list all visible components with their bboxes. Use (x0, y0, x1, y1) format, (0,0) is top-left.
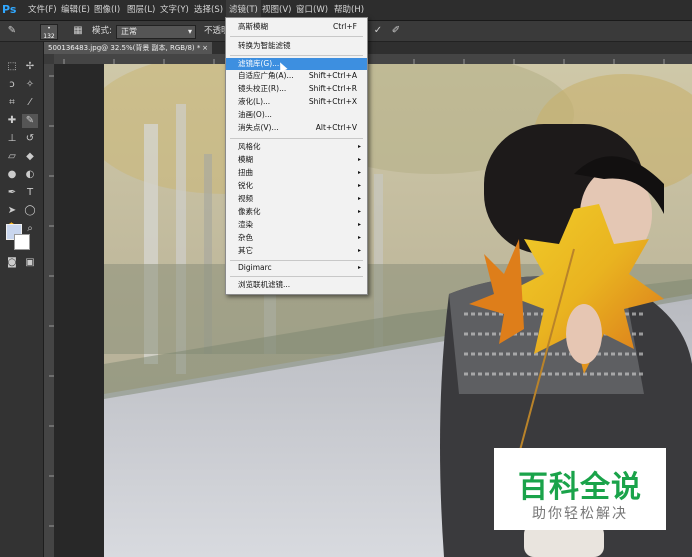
menu-item-blur[interactable]: 模糊 ▸ (226, 154, 367, 166)
menu-item-stylize[interactable]: 风格化 ▸ (226, 141, 367, 153)
menu-item-other[interactable]: 其它 ▸ (226, 245, 367, 257)
photoshop-logo-icon: Ps (2, 3, 17, 16)
type-tool-icon[interactable]: T (22, 186, 38, 200)
move-tool-icon[interactable]: ✢ (22, 60, 38, 74)
submenu-arrow-icon: ▸ (357, 182, 361, 189)
path-select-icon[interactable]: ➤ (4, 204, 20, 218)
watermark-title: 百科全说 (518, 470, 642, 505)
ruler-corner (44, 54, 54, 64)
brush-tool-icon[interactable]: ✎ (4, 24, 20, 38)
menu-item-lens-correction[interactable]: 镜头校正(R)... Shift+Ctrl+R (226, 83, 367, 95)
menu-type[interactable]: 文字(Y) (160, 0, 189, 20)
menu-item-digimarc[interactable]: Digimarc ▸ (226, 262, 367, 274)
menu-item-convert-smart-filter[interactable]: 转换为智能滤镜 (226, 40, 367, 52)
bucket-tool-icon[interactable]: ◆ (22, 150, 38, 164)
document-tab[interactable]: 500136483.jpg@ 32.5%(背景 副本, RGB/8) * × (44, 42, 212, 54)
marquee-tool-icon[interactable]: ⬚ (4, 60, 20, 74)
menu-file[interactable]: 文件(F) (28, 0, 57, 20)
menu-edit[interactable]: 编辑(E) (61, 0, 90, 20)
mode-label: 模式: (92, 26, 112, 36)
menu-item-sharpen[interactable]: 锐化 ▸ (226, 180, 367, 192)
close-icon[interactable]: × (202, 42, 208, 54)
filter-menu-dropdown: 高斯模糊 Ctrl+F 转换为智能滤镜 滤镜库(G)... 自适应广角(A)...… (225, 17, 368, 295)
background-color-swatch[interactable] (14, 234, 30, 250)
watermark-subtitle: 助你轻松解决 (532, 506, 628, 522)
stamp-tool-icon[interactable]: ⊥ (4, 132, 20, 146)
blur-tool-icon[interactable]: ● (4, 168, 20, 182)
menu-separator (230, 260, 363, 261)
brush-size-value: 132 (43, 33, 55, 40)
menu-item-adaptive-wide-angle[interactable]: 自适应广角(A)... Shift+Ctrl+A (226, 70, 367, 82)
menu-item-oil-paint[interactable]: 油画(O)... (226, 109, 367, 121)
menu-item-pixelate[interactable]: 像素化 ▸ (226, 206, 367, 218)
pressure-icon[interactable]: ✐ (388, 24, 404, 38)
shape-tool-icon[interactable]: ◯ (22, 204, 38, 218)
airbrush-icon[interactable]: ✓ (370, 24, 386, 38)
menu-item-render[interactable]: 渲染 ▸ (226, 219, 367, 231)
menu-select[interactable]: 选择(S) (194, 0, 223, 20)
submenu-arrow-icon: ▸ (357, 234, 361, 241)
menu-separator (230, 276, 363, 277)
submenu-arrow-icon: ▸ (357, 247, 361, 254)
menu-separator (230, 36, 363, 37)
vertical-ruler-ticks (49, 75, 54, 527)
horizontal-ruler-ticks (63, 59, 665, 64)
menu-item-distort[interactable]: 扭曲 ▸ (226, 167, 367, 179)
document-tab-title: 500136483.jpg@ 32.5%(背景 副本, RGB/8) * (48, 44, 201, 52)
submenu-arrow-icon: ▸ (357, 208, 361, 215)
mode-select-value: 正常 (121, 27, 137, 36)
menu-item-gaussian-blur[interactable]: 高斯模糊 Ctrl+F (226, 21, 367, 33)
menu-image[interactable]: 图像(I) (94, 0, 120, 20)
menu-separator (230, 55, 363, 56)
mode-select[interactable]: 正常 ▾ (116, 25, 196, 39)
healing-tool-icon[interactable]: ✚ (4, 114, 20, 128)
submenu-arrow-icon: ▸ (357, 264, 361, 271)
eyedropper-tool-icon[interactable]: ⁄ (22, 96, 38, 110)
chevron-down-icon: ▾ (187, 27, 192, 36)
submenu-arrow-icon: ▸ (357, 221, 361, 228)
menu-item-video[interactable]: 视频 ▸ (226, 193, 367, 205)
dodge-tool-icon[interactable]: ◐ (22, 168, 38, 182)
submenu-arrow-icon: ▸ (357, 169, 361, 176)
submenu-arrow-icon: ▸ (357, 156, 361, 163)
menu-item-liquify[interactable]: 液化(L)... Shift+Ctrl+X (226, 96, 367, 108)
screen-mode-icon[interactable]: ▣ (22, 256, 38, 270)
menu-layer[interactable]: 图层(L) (127, 0, 155, 20)
brush-size-preview[interactable]: • 132 (40, 24, 58, 40)
menu-separator (230, 138, 363, 139)
toolbox: ⬚ ✢ ↄ ✧ ⌗ ⁄ ✚ ✎ ⊥ ↺ ▱ ◆ ● ◐ ✒ T ➤ ◯ ✋ ⌕ … (0, 42, 44, 557)
eraser-tool-icon[interactable]: ▱ (4, 150, 20, 164)
document-tab-bar: 500136483.jpg@ 32.5%(背景 副本, RGB/8) * × (44, 42, 692, 54)
submenu-arrow-icon: ▸ (357, 143, 361, 150)
lasso-tool-icon[interactable]: ↄ (4, 78, 20, 92)
brush-panel-icon[interactable]: ▦ (70, 24, 86, 38)
menu-item-noise[interactable]: 杂色 ▸ (226, 232, 367, 244)
pen-tool-icon[interactable]: ✒ (4, 186, 20, 200)
brush-tool-selected-icon[interactable]: ✎ (22, 114, 38, 128)
history-brush-icon[interactable]: ↺ (22, 132, 38, 146)
watermark-logo: 百科全说 助你轻松解决 (494, 448, 666, 530)
quick-mask-icon[interactable]: ◙ (4, 256, 20, 270)
quick-select-tool-icon[interactable]: ✧ (22, 78, 38, 92)
crop-tool-icon[interactable]: ⌗ (4, 96, 20, 110)
menu-item-browse-online-filters[interactable]: 浏览联机滤镜... (226, 279, 367, 291)
menu-item-vanishing-point[interactable]: 消失点(V)... Alt+Ctrl+V (226, 122, 367, 134)
menu-item-filter-gallery[interactable]: 滤镜库(G)... (226, 58, 367, 70)
submenu-arrow-icon: ▸ (357, 195, 361, 202)
